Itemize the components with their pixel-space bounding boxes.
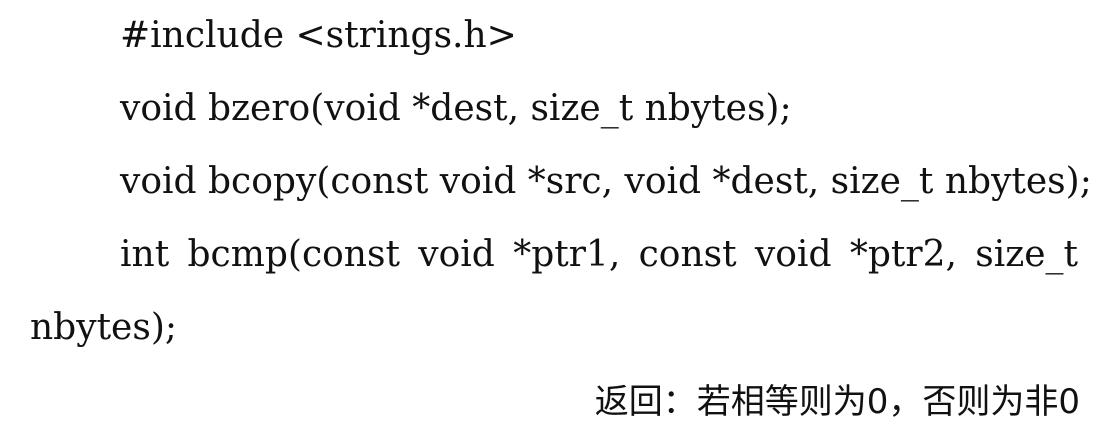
bcmp-word: const xyxy=(638,234,737,275)
bcmp-word: bcmp(const xyxy=(187,234,400,275)
bcmp-word: size_t xyxy=(975,234,1078,275)
bcmp-word: int xyxy=(120,234,170,275)
bcopy-prototype: void bcopy(const void *src, void *dest, … xyxy=(120,161,1092,202)
bcmp-prototype-first-line: int bcmp(const void *ptr1, const void *p… xyxy=(120,233,1078,277)
bcmp-word: void xyxy=(754,234,832,275)
bcmp-word: void xyxy=(418,234,495,275)
return-value-note: 返回：若相等则为0，否则为非0 xyxy=(594,382,1080,422)
document-page: #include <strings.h> void bzero(void *de… xyxy=(0,0,1112,432)
bcmp-prototype-continuation: nbytes); xyxy=(30,307,177,348)
bcmp-word: *ptr1, xyxy=(513,234,621,275)
include-line: #include <strings.h> xyxy=(120,15,517,56)
bzero-prototype: void bzero(void *dest, size_t nbytes); xyxy=(120,88,792,129)
bcmp-word: *ptr2, xyxy=(849,234,957,275)
